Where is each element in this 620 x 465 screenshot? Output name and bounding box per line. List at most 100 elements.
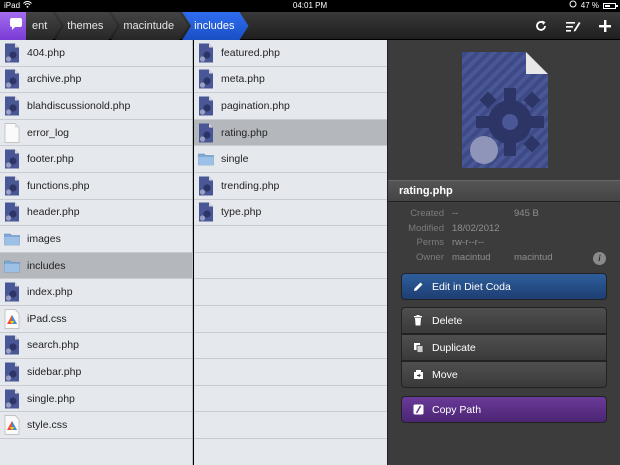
perms-value: rw-r--r-- [452,237,485,248]
file-name: single [221,153,249,166]
list-item[interactable]: header.php [0,200,192,227]
file-name: meta.php [221,73,265,86]
list-item[interactable]: style.css [0,412,192,439]
copy-path-icon [412,404,424,416]
php-file-icon [198,123,214,143]
file-name: single.php [27,392,75,405]
file-title: rating.php [388,180,620,202]
breadcrumb-item[interactable]: ent [26,12,61,40]
list-item[interactable]: 404.php [0,40,192,67]
copy-path-button-label: Copy Path [432,403,482,416]
duplicate-button[interactable]: Duplicate [401,334,607,361]
copy-path-button[interactable]: Copy Path [401,396,607,423]
list-item[interactable]: trending.php [194,173,387,200]
toolbar: ent themes macintude includes [0,12,620,40]
edit-button-label: Edit in Diet Coda [432,280,511,293]
edit-list-icon[interactable] [564,17,582,35]
file-name: type.php [221,206,262,219]
empty-row [194,279,387,306]
php-file-icon [4,96,20,116]
file-name: 404.php [27,46,65,59]
modified-value: 18/02/2012 [452,222,500,234]
css-file-icon [4,308,20,329]
list-item[interactable]: rating.php [194,119,387,147]
info-icon[interactable]: i [593,252,606,265]
file-name: pagination.php [221,99,290,112]
speech-bubble-icon [9,17,23,36]
status-bar: iPad 04:01 PM 47 % [0,0,620,12]
file-column-2[interactable]: featured.php meta.php pagination.php rating… [194,40,387,465]
list-item[interactable]: error_log [0,120,192,147]
trash-icon [412,315,424,327]
delete-button-label: Delete [432,314,463,327]
breadcrumb-item[interactable]: themes [55,12,117,40]
list-item[interactable]: images [0,226,192,253]
file-name: header.php [27,206,80,219]
refresh-icon[interactable] [532,17,550,35]
list-item[interactable]: footer.php [0,146,192,173]
duplicate-button-label: Duplicate [432,341,476,354]
file-name: trending.php [221,179,280,192]
group-value: macintud [514,251,553,263]
list-item[interactable]: featured.php [194,40,387,67]
move-icon [412,369,424,381]
owner-label: Owner [416,251,444,263]
php-file-icon [4,176,20,196]
edit-in-diet-coda-button[interactable]: Edit in Diet Coda [401,273,607,300]
lock-rotation-icon [569,0,577,12]
php-file-icon [4,149,20,169]
file-name: featured.php [221,46,280,59]
empty-row [194,333,387,360]
file-name: blahdiscussionold.php [27,99,131,112]
plain-file-icon [4,122,20,143]
php-file-icon [4,69,20,89]
empty-row [194,359,387,386]
list-item[interactable]: includes [0,252,192,280]
add-icon[interactable] [596,17,614,35]
folder-icon [4,256,20,276]
php-file-icon [4,362,20,382]
empty-row [194,306,387,333]
modified-label: Modified [408,222,444,234]
file-name: rating.php [221,126,268,139]
list-item[interactable]: index.php [0,279,192,306]
empty-row [194,253,387,280]
pencil-icon [412,281,424,293]
move-button-label: Move [432,368,458,381]
list-item[interactable]: pagination.php [194,93,387,120]
file-name: sidebar.php [27,365,82,378]
file-column-1[interactable]: 404.php archive.php blahdiscussionold.php e… [0,40,193,465]
list-item[interactable]: archive.php [0,67,192,94]
created-value: -- [452,208,459,219]
php-file-icon [4,43,20,63]
list-item[interactable]: iPad.css [0,306,192,333]
list-item[interactable]: type.php [194,200,387,227]
list-item[interactable]: single.php [0,386,192,413]
empty-row [194,226,387,253]
list-item[interactable]: single [194,146,387,173]
battery-icon [603,3,618,9]
file-name: images [27,232,61,245]
file-name: iPad.css [27,312,67,325]
duplicate-icon [412,342,424,354]
php-file-icon [198,69,214,89]
list-item[interactable]: sidebar.php [0,359,192,386]
empty-row [0,439,192,465]
delete-button[interactable]: Delete [401,307,607,334]
list-item[interactable]: blahdiscussionold.php [0,93,192,120]
php-file-icon [4,335,20,355]
move-button[interactable]: Move [401,361,607,388]
breadcrumb-item-active[interactable]: includes [182,12,248,40]
list-item[interactable]: meta.php [194,67,387,94]
breadcrumb: ent themes macintude includes [26,12,243,40]
file-info-panel: rating.php Created -- 945 B Modified 18/… [387,40,620,465]
file-name: footer.php [27,153,74,166]
list-item[interactable]: search.php [0,333,192,360]
file-name: functions.php [27,179,90,192]
list-item[interactable]: functions.php [0,173,192,200]
file-name: index.php [27,286,73,299]
empty-row [194,412,387,439]
app-root: iPad 04:01 PM 47 % ent themes macintude … [0,0,620,465]
file-name: search.php [27,339,79,352]
breadcrumb-item[interactable]: macintude [111,12,188,40]
